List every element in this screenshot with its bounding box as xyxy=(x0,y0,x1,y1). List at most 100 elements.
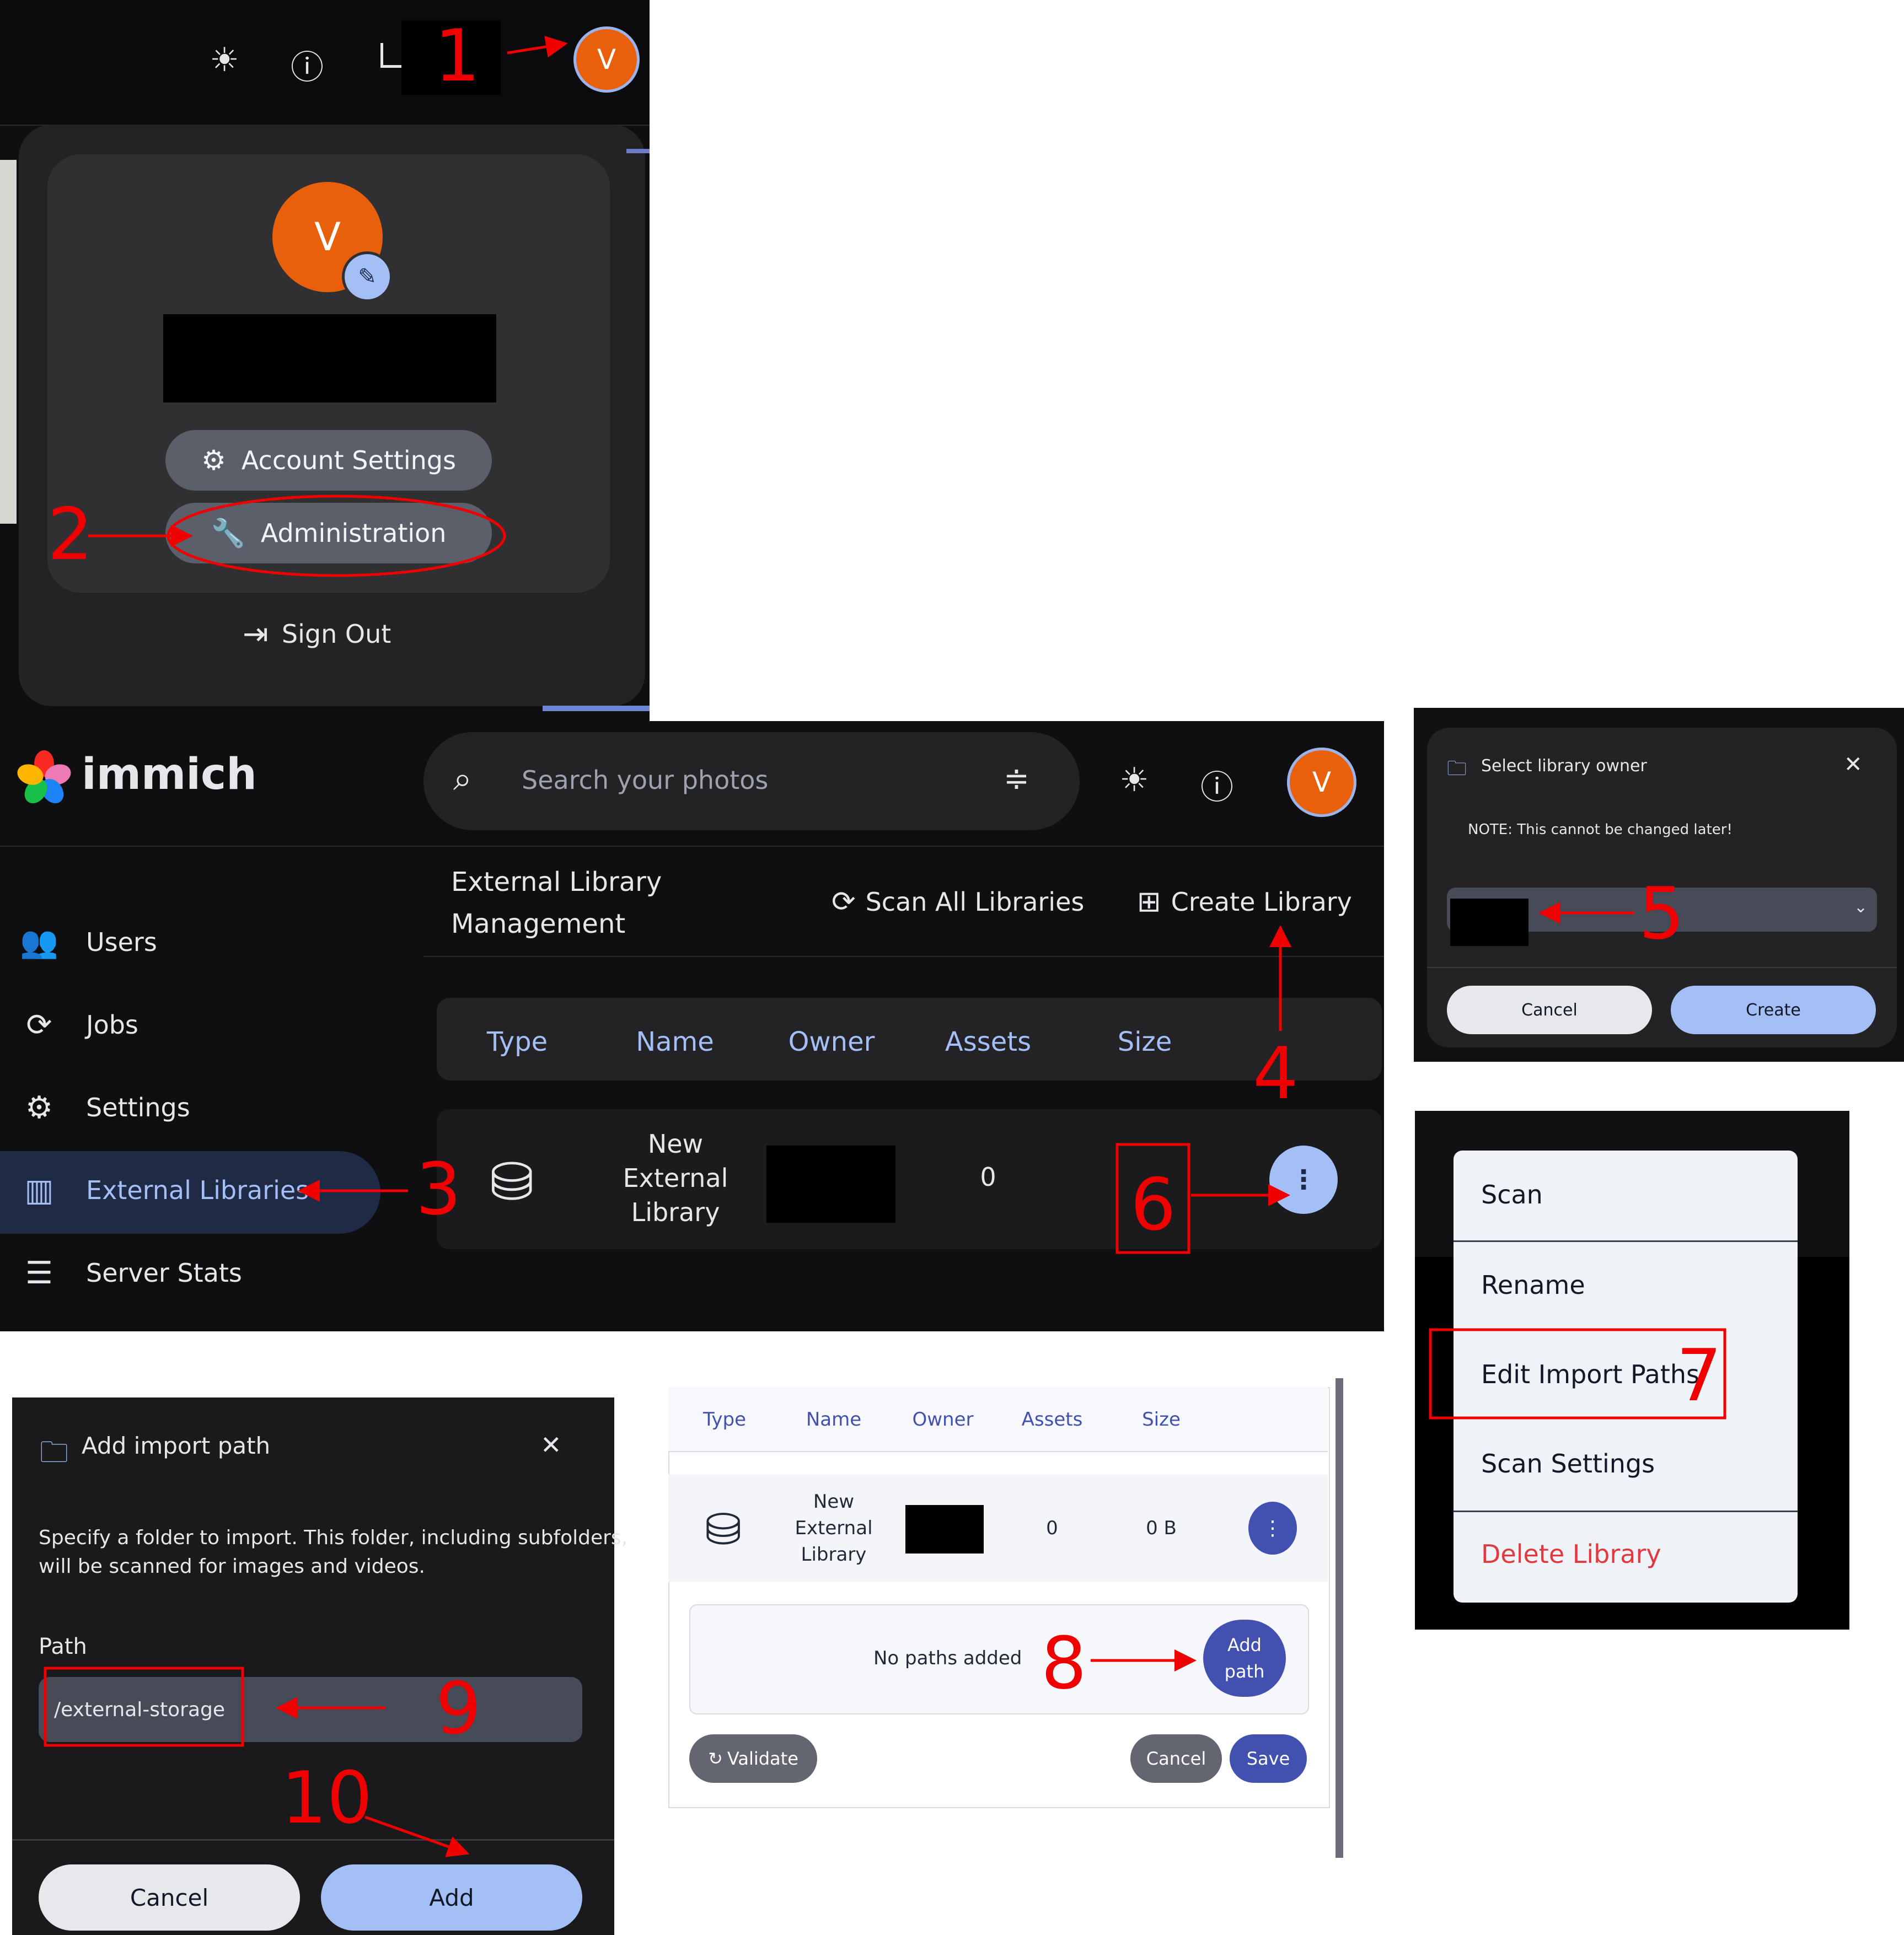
sidebar-item-label: Jobs xyxy=(86,1010,138,1040)
column-header-type: Type xyxy=(702,1409,747,1431)
menu-divider xyxy=(1454,1511,1798,1512)
sidebar-item-label: Settings xyxy=(86,1093,190,1122)
save-label: Save xyxy=(1246,1748,1290,1769)
validate-button[interactable]: ↻ Validate xyxy=(689,1734,817,1783)
theme-toggle-icon[interactable]: ☀ xyxy=(200,41,249,79)
library-more-button[interactable]: ⋮ xyxy=(1269,1146,1338,1214)
sidebar-item-label: External Libraries xyxy=(86,1175,309,1205)
library-name-line: External xyxy=(795,1517,873,1539)
add-label: Add xyxy=(429,1884,474,1911)
column-header-name: Name xyxy=(636,1026,714,1057)
annotation-number: 6 xyxy=(1130,1163,1176,1246)
annotation-number: 5 xyxy=(1639,872,1685,955)
sidebar-item-server-stats[interactable]: ☰ Server Stats xyxy=(0,1232,386,1314)
annotation-number: 1 xyxy=(435,14,480,98)
close-icon[interactable]: ✕ xyxy=(1844,752,1863,777)
avatar[interactable]: V xyxy=(1287,748,1356,817)
path-label: Path xyxy=(39,1634,87,1659)
create-button[interactable]: Create xyxy=(1671,986,1876,1034)
redacted-owner xyxy=(766,1146,895,1223)
search-icon: ⌕ xyxy=(453,760,472,798)
cancel-button[interactable]: Cancel xyxy=(1130,1734,1222,1783)
sidebar-item-settings[interactable]: ⚙ Settings xyxy=(0,1066,386,1149)
sync-icon: ⟳ xyxy=(26,1007,52,1043)
cancel-label: Cancel xyxy=(1521,1000,1578,1020)
validate-label: Validate xyxy=(727,1748,798,1769)
pencil-icon[interactable]: ✎ xyxy=(342,251,393,302)
avatar-initial: V xyxy=(1312,766,1332,798)
profile-avatar-initial: V xyxy=(314,214,341,260)
column-header-assets: Assets xyxy=(945,1026,1032,1057)
page-title: External Library Management xyxy=(451,861,662,945)
scan-all-libraries-button[interactable]: ⟳ Scan All Libraries xyxy=(832,880,1084,924)
column-header-assets: Assets xyxy=(1021,1409,1083,1431)
wrench-icon: 🔧 xyxy=(211,517,245,549)
menu-divider xyxy=(1454,1240,1798,1242)
column-header-name: Name xyxy=(806,1409,862,1431)
cancel-label: Cancel xyxy=(1146,1748,1206,1769)
page-title-line: External Library xyxy=(451,867,662,897)
avatar[interactable]: V xyxy=(573,26,640,93)
menu-item-scan-settings[interactable]: Scan Settings xyxy=(1481,1449,1655,1479)
folder-sync-icon: 🗀 xyxy=(40,1436,69,1469)
scan-all-label: Scan All Libraries xyxy=(865,887,1085,917)
library-more-button[interactable]: ⋮ xyxy=(1248,1502,1297,1555)
library-name-line: Library xyxy=(801,1544,867,1566)
chevron-down-icon[interactable]: ⌄ xyxy=(1854,897,1868,917)
redacted-owner xyxy=(905,1505,984,1554)
refresh-icon: ↻ xyxy=(708,1748,723,1769)
dialog-description-line: Specify a folder to import. This folder,… xyxy=(39,1526,628,1549)
server-icon: ☰ xyxy=(25,1255,53,1291)
column-header-size: Size xyxy=(1142,1409,1181,1431)
menu-item-edit-import-paths[interactable]: Edit Import Paths xyxy=(1481,1359,1699,1389)
menu-item-scan[interactable]: Scan xyxy=(1481,1180,1543,1210)
add-path-label: Add xyxy=(1227,1635,1262,1656)
search-filter-icon[interactable]: ≑ xyxy=(1004,761,1029,797)
add-button[interactable]: Add xyxy=(321,1864,582,1931)
library-name-line: External xyxy=(623,1163,728,1193)
sidebar-item-users[interactable]: 👥 Users xyxy=(0,901,386,983)
sign-out-button[interactable]: ⇥ Sign Out xyxy=(243,612,391,656)
scrollbar[interactable] xyxy=(1336,1378,1343,1858)
create-library-button[interactable]: ⊞ Create Library xyxy=(1137,880,1352,924)
table-row xyxy=(668,1474,1328,1582)
annotation-number: 10 xyxy=(281,1756,373,1840)
sidebar-item-jobs[interactable]: ⟳ Jobs xyxy=(0,983,386,1066)
library-icon: ▥ xyxy=(24,1172,54,1208)
plus-box-icon: ⊞ xyxy=(1137,885,1161,918)
background-underline xyxy=(543,706,650,711)
administration-button[interactable]: 🔧 Administration xyxy=(165,503,492,563)
library-assets: 0 xyxy=(1046,1517,1058,1539)
menu-item-rename[interactable]: Rename xyxy=(1481,1270,1585,1300)
menu-item-delete-library[interactable]: Delete Library xyxy=(1481,1539,1661,1569)
dialog-title: Add import path xyxy=(82,1432,271,1459)
cancel-button[interactable]: Cancel xyxy=(39,1864,300,1931)
column-header-type: Type xyxy=(486,1026,548,1057)
redacted-name xyxy=(163,314,496,402)
path-input[interactable]: /external-storage xyxy=(39,1677,582,1742)
save-button[interactable]: Save xyxy=(1230,1734,1307,1783)
account-settings-button[interactable]: ⚙ Account Settings xyxy=(165,430,492,491)
database-icon: ⛁ xyxy=(490,1151,534,1213)
sidebar-item-external-libraries[interactable]: ▥ External Libraries xyxy=(0,1149,386,1232)
more-vert-icon: ⋮ xyxy=(1290,1164,1317,1195)
help-icon[interactable]: ⓘ xyxy=(1192,761,1242,809)
background-underline xyxy=(626,149,650,153)
sign-out-label: Sign Out xyxy=(281,619,391,649)
help-icon[interactable]: ⓘ xyxy=(282,41,332,89)
search-input[interactable]: Search your photos xyxy=(522,765,768,795)
theme-toggle-icon[interactable]: ☀ xyxy=(1109,761,1159,799)
library-name-line: New xyxy=(813,1491,855,1513)
add-path-button[interactable]: Add path xyxy=(1203,1620,1286,1697)
annotation-number: 9 xyxy=(436,1667,481,1750)
library-assets: 0 xyxy=(980,1162,996,1192)
table-header xyxy=(437,998,1382,1081)
close-icon[interactable]: ✕ xyxy=(540,1430,562,1460)
cancel-button[interactable]: Cancel xyxy=(1447,986,1652,1034)
immich-logo-icon[interactable] xyxy=(17,750,72,805)
header-divider xyxy=(423,956,1384,957)
dialog-description: Specify a folder to import. This folder,… xyxy=(39,1524,627,1581)
library-name: New External Library xyxy=(790,1488,878,1568)
account-settings-label: Account Settings xyxy=(241,445,456,475)
logo-text: immich xyxy=(82,750,257,799)
